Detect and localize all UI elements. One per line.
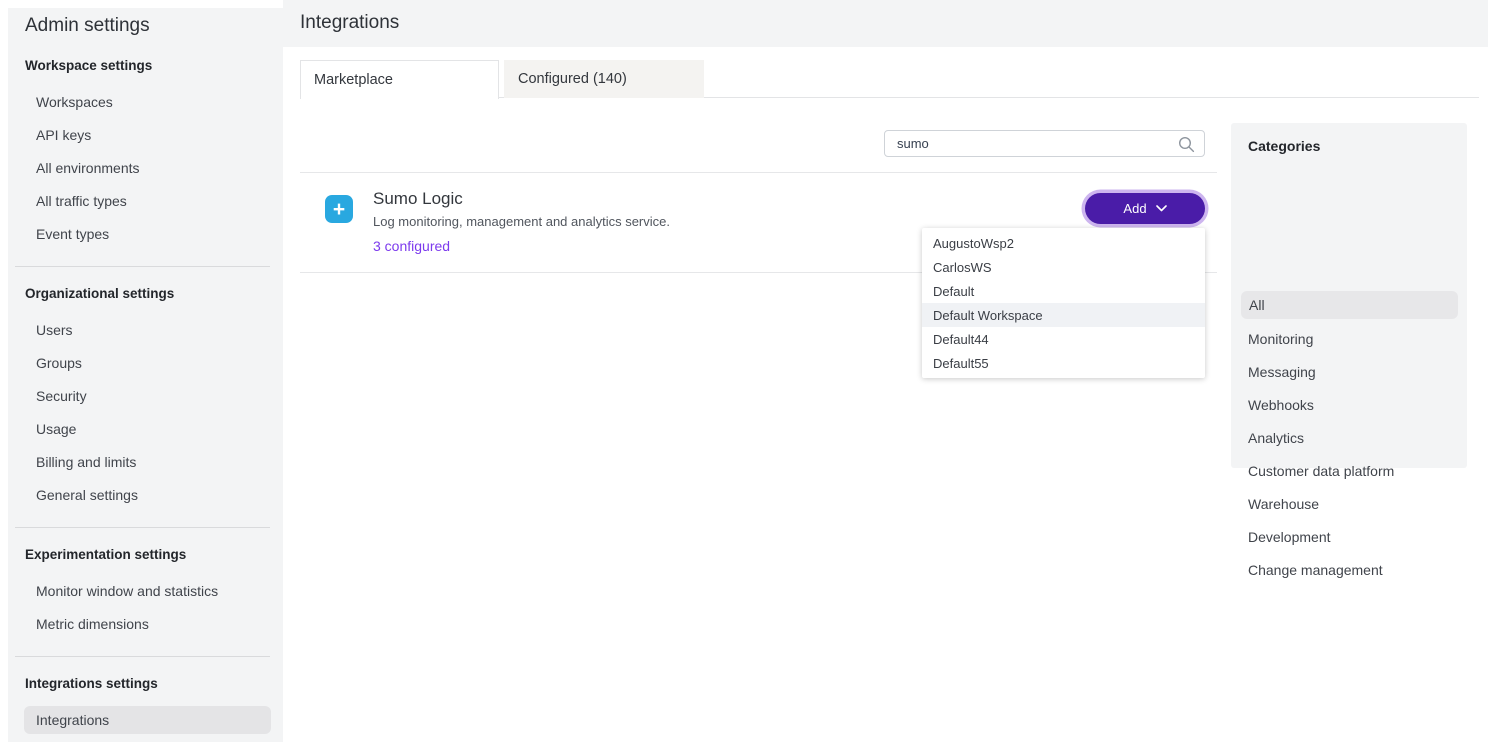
tab-label: Configured (140)	[518, 71, 627, 87]
category-development[interactable]: Development	[1231, 520, 1467, 553]
admin-settings-screen: Admin settings Workspace settings Worksp…	[0, 0, 1488, 742]
dropdown-item-default-workspace[interactable]: Default Workspace	[922, 303, 1205, 327]
sidebar-divider	[15, 656, 270, 657]
page-header: Integrations	[283, 0, 1488, 47]
workspace-dropdown-menu: AugustoWsp2 CarlosWS Default Default Wor…	[922, 228, 1205, 378]
category-analytics[interactable]: Analytics	[1231, 421, 1467, 454]
tab-marketplace[interactable]: Marketplace	[300, 60, 499, 99]
category-webhooks[interactable]: Webhooks	[1231, 388, 1467, 421]
dropdown-item-default55[interactable]: Default55	[922, 351, 1205, 375]
sidebar-heading-experimentation-settings: Experimentation settings	[25, 547, 186, 562]
sidebar-heading-integrations-settings: Integrations settings	[25, 676, 158, 691]
category-change-management[interactable]: Change management	[1231, 553, 1467, 586]
sidebar-item-all-environments[interactable]: All environments	[36, 161, 140, 176]
sidebar-item-workspaces[interactable]: Workspaces	[36, 95, 113, 110]
dropdown-item-augustowsp2[interactable]: AugustoWsp2	[922, 231, 1205, 255]
dropdown-item-default[interactable]: Default	[922, 279, 1205, 303]
configured-count-link[interactable]: 3 configured	[373, 238, 450, 254]
category-customer-data-platform[interactable]: Customer data platform	[1231, 454, 1467, 487]
sidebar-item-billing-and-limits[interactable]: Billing and limits	[36, 455, 136, 470]
admin-sidebar: Admin settings Workspace settings Worksp…	[8, 8, 283, 742]
add-button-label: Add	[1123, 201, 1146, 216]
sidebar-item-metric-dimensions[interactable]: Metric dimensions	[36, 617, 149, 632]
sidebar-item-usage[interactable]: Usage	[36, 422, 76, 437]
category-all[interactable]: All	[1241, 291, 1458, 319]
category-label: Warehouse	[1248, 496, 1319, 512]
sumo-logic-plus-icon: +	[325, 195, 353, 223]
sidebar-divider	[15, 527, 270, 528]
categories-panel: Categories All Monitoring Messaging Webh…	[1231, 123, 1467, 468]
categories-heading: Categories	[1248, 138, 1320, 154]
category-label: Customer data platform	[1248, 463, 1394, 479]
sidebar-divider	[15, 266, 270, 267]
dropdown-item-carlosws[interactable]: CarlosWS	[922, 255, 1205, 279]
sidebar-item-event-types[interactable]: Event types	[36, 227, 109, 242]
category-label: Change management	[1248, 562, 1383, 578]
sidebar-item-label: Integrations	[36, 712, 109, 728]
sidebar-heading-workspace-settings: Workspace settings	[25, 58, 152, 73]
sidebar-item-api-keys[interactable]: API keys	[36, 128, 91, 143]
tab-label: Marketplace	[314, 72, 393, 88]
category-messaging[interactable]: Messaging	[1231, 355, 1467, 388]
category-label: All	[1249, 297, 1265, 313]
category-label: Messaging	[1248, 364, 1316, 380]
sidebar-item-groups[interactable]: Groups	[36, 356, 82, 371]
sidebar-item-integrations-selected[interactable]: Integrations	[24, 706, 271, 734]
integration-name: Sumo Logic	[373, 189, 463, 209]
dropdown-item-default44[interactable]: Default44	[922, 327, 1205, 351]
category-monitoring[interactable]: Monitoring	[1231, 322, 1467, 355]
sidebar-item-general-settings[interactable]: General settings	[36, 488, 138, 503]
integration-description: Log monitoring, management and analytics…	[373, 214, 670, 229]
category-label: Webhooks	[1248, 397, 1314, 413]
category-label: Analytics	[1248, 430, 1304, 446]
category-warehouse[interactable]: Warehouse	[1231, 487, 1467, 520]
page-title: Integrations	[300, 11, 399, 35]
marketplace-search	[884, 130, 1205, 157]
search-input[interactable]	[885, 131, 1204, 156]
sidebar-item-security[interactable]: Security	[36, 389, 87, 404]
sidebar-item-monitor-window-and-statistics[interactable]: Monitor window and statistics	[36, 584, 218, 599]
chevron-down-icon	[1156, 205, 1167, 212]
category-label: Development	[1248, 529, 1331, 545]
sidebar-heading-organizational-settings: Organizational settings	[25, 286, 174, 301]
sidebar-item-all-traffic-types[interactable]: All traffic types	[36, 194, 127, 209]
sidebar-title: Admin settings	[25, 14, 150, 38]
add-button[interactable]: Add	[1085, 193, 1205, 224]
category-label: Monitoring	[1248, 331, 1313, 347]
search-icon	[1178, 136, 1195, 153]
sidebar-item-users[interactable]: Users	[36, 323, 73, 338]
tab-configured[interactable]: Configured (140)	[504, 60, 704, 98]
card-top-border	[300, 172, 1217, 173]
